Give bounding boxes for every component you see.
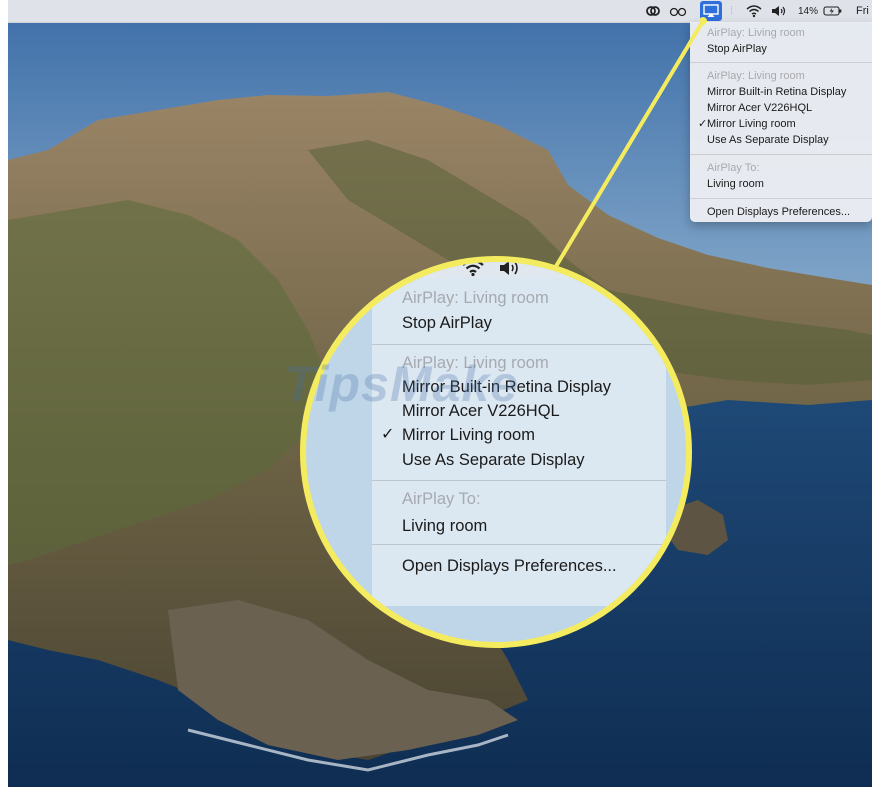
checkmark-icon: ✓ (381, 426, 395, 443)
wifi-icon (462, 262, 484, 277)
living-room-item[interactable]: Living room (402, 516, 487, 536)
watermark: TipsMake (284, 356, 519, 412)
menu-separator (372, 344, 666, 345)
menu-separator (372, 480, 666, 481)
stop-airplay-item[interactable]: Stop AirPlay (402, 313, 492, 333)
volume-icon (500, 262, 518, 275)
menu-separator (372, 544, 666, 545)
menu-header-to: AirPlay To: (402, 490, 481, 508)
magnified-airplay-menu: AirPlay: Living room Stop AirPlay AirPla… (372, 278, 666, 606)
screenshot: ⁞ 14% Fri AirPlay: Living room Stop AirP… (0, 0, 872, 787)
mirror-living-room-item[interactable]: Mirror Living room (402, 425, 535, 445)
separate-display-item[interactable]: Use As Separate Display (402, 450, 585, 470)
menu-header-current: AirPlay: Living room (402, 289, 549, 307)
magnified-callout: AirPlay: Living room Stop AirPlay AirPla… (300, 256, 692, 648)
open-displays-preferences-item[interactable]: Open Displays Preferences... (402, 556, 617, 576)
